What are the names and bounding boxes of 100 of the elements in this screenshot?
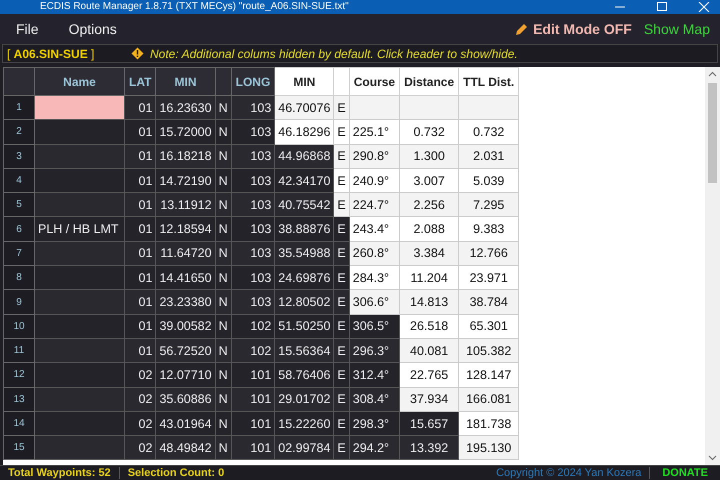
menu-item[interactable]: File bbox=[16, 21, 39, 37]
row-number[interactable]: 13 bbox=[4, 387, 34, 412]
table-cell: E bbox=[334, 96, 350, 120]
table-cell: 12.07710 bbox=[156, 362, 216, 388]
note-text: Note: Additional colums hidden by default. Click header to show/hide. bbox=[150, 46, 518, 60]
table-cell: 01 bbox=[124, 290, 156, 314]
table-cell: 103 bbox=[231, 168, 275, 193]
row-number[interactable]: 9 bbox=[4, 290, 34, 314]
table-cell: N bbox=[215, 266, 232, 290]
donate-button[interactable]: DONATE bbox=[658, 467, 712, 479]
table-cell: N bbox=[215, 216, 232, 242]
table-cell: 103 bbox=[231, 266, 275, 290]
edit-mode-button[interactable]: Edit Mode OFF bbox=[510, 19, 636, 39]
table-cell: 2.256 bbox=[400, 192, 459, 217]
table-cell: 01 bbox=[124, 120, 156, 144]
close-icon[interactable] bbox=[698, 2, 710, 12]
table-cell: 2.088 bbox=[400, 216, 459, 242]
scrollbar[interactable] bbox=[705, 67, 720, 465]
table-cell: 9.383 bbox=[458, 216, 519, 242]
table-cell: 15.22260 bbox=[274, 411, 334, 436]
column-header[interactable]: MIN bbox=[156, 68, 216, 96]
copyright-text: Copyright © 2024 Yan Kozera bbox=[496, 467, 642, 479]
column-header[interactable]: Distance bbox=[400, 68, 459, 96]
table-cell: 296.3° bbox=[349, 338, 400, 363]
table-cell: 240.9° bbox=[349, 168, 400, 193]
table-cell: 35.60886 bbox=[156, 387, 216, 412]
scroll-up-icon[interactable] bbox=[708, 71, 717, 77]
row-number[interactable]: 6 bbox=[4, 216, 34, 242]
window-title: ECDIS Route Manager 1.8.71 (TXT MECys) "route_A06.SIN-SUE.txt" bbox=[40, 1, 349, 13]
column-header[interactable]: Course bbox=[349, 68, 400, 96]
row-number[interactable]: 5 bbox=[4, 192, 34, 217]
menu-item[interactable]: Options bbox=[68, 21, 117, 37]
scroll-thumb[interactable] bbox=[708, 83, 717, 183]
table-cell: 23.971 bbox=[458, 266, 519, 290]
table-cell: 43.01964 bbox=[156, 411, 216, 436]
table-cell: 103 bbox=[231, 144, 275, 168]
table-cell: 01 bbox=[124, 96, 156, 120]
table-cell: 11.64720 bbox=[156, 241, 216, 266]
table-cell: 02 bbox=[124, 436, 156, 460]
table-cell: N bbox=[215, 362, 232, 388]
table-cell: 298.3° bbox=[349, 411, 400, 436]
table-cell: N bbox=[215, 436, 232, 460]
row-number[interactable]: 3 bbox=[4, 144, 34, 168]
table-cell: 128.147 bbox=[458, 362, 519, 388]
blank-column-header[interactable] bbox=[215, 68, 232, 96]
table-cell: 102 bbox=[231, 314, 275, 338]
table-cell: 44.96868 bbox=[274, 144, 334, 168]
table-cell: 22.765 bbox=[400, 362, 459, 388]
route-name: [ A06.SIN-SUE ] bbox=[7, 46, 96, 60]
column-header[interactable]: TTL Dist. bbox=[458, 68, 519, 96]
table-cell: 101 bbox=[231, 411, 275, 436]
table-cell: 195.130 bbox=[458, 436, 519, 460]
table-cell: 01 bbox=[124, 314, 156, 338]
table-cell: 23.23380 bbox=[156, 290, 216, 314]
table-cell: 11.204 bbox=[400, 266, 459, 290]
table-cell: 01 bbox=[124, 216, 156, 242]
row-number[interactable]: 1 bbox=[4, 96, 34, 120]
selection-count: Selection Count: 0 bbox=[128, 467, 224, 479]
table-cell: 260.8° bbox=[349, 241, 400, 266]
name-cell: PLH / HB LMT bbox=[34, 216, 124, 242]
column-header[interactable]: LAT bbox=[124, 68, 156, 96]
table-cell: 290.8° bbox=[349, 144, 400, 168]
table-cell: 24.69876 bbox=[274, 266, 334, 290]
show-map-button[interactable]: Show Map bbox=[644, 19, 710, 39]
table-cell: 15.72000 bbox=[156, 120, 216, 144]
table-cell: 01 bbox=[124, 168, 156, 193]
table-cell: 46.70076 bbox=[274, 96, 334, 120]
column-header[interactable]: MIN bbox=[274, 68, 334, 96]
table-cell: E bbox=[334, 192, 350, 217]
table-cell: 0.732 bbox=[458, 120, 519, 144]
table-cell: 14.813 bbox=[400, 290, 459, 314]
table-cell: 01 bbox=[124, 241, 156, 266]
table-cell: 29.01702 bbox=[274, 387, 334, 412]
column-header[interactable]: Name bbox=[34, 68, 124, 96]
row-number[interactable]: 2 bbox=[4, 120, 34, 144]
row-number[interactable]: 15 bbox=[4, 436, 34, 460]
table-cell: 294.2° bbox=[349, 436, 400, 460]
blank-column-header[interactable] bbox=[4, 68, 34, 96]
scroll-down-icon[interactable] bbox=[708, 455, 717, 461]
table-cell: 3.007 bbox=[400, 168, 459, 193]
table-cell: 01 bbox=[124, 338, 156, 363]
table-cell: 306.6° bbox=[349, 290, 400, 314]
maximize-icon[interactable] bbox=[656, 2, 668, 12]
row-number[interactable]: 8 bbox=[4, 266, 34, 290]
table-cell: 02 bbox=[124, 411, 156, 436]
table-cell: 308.4° bbox=[349, 387, 400, 412]
table-cell: 103 bbox=[231, 192, 275, 217]
row-number[interactable]: 11 bbox=[4, 338, 34, 363]
column-header[interactable]: LONG bbox=[231, 68, 275, 96]
row-number[interactable]: 10 bbox=[4, 314, 34, 338]
row-number[interactable]: 7 bbox=[4, 241, 34, 266]
table-cell: E bbox=[334, 266, 350, 290]
row-number[interactable]: 14 bbox=[4, 411, 34, 436]
row-number[interactable]: 4 bbox=[4, 168, 34, 193]
table-cell: 103 bbox=[231, 216, 275, 242]
warning-icon bbox=[131, 47, 144, 60]
table-cell: 5.039 bbox=[458, 168, 519, 193]
row-number[interactable]: 12 bbox=[4, 362, 34, 388]
table-cell bbox=[400, 96, 459, 120]
table-cell: N bbox=[215, 120, 232, 144]
